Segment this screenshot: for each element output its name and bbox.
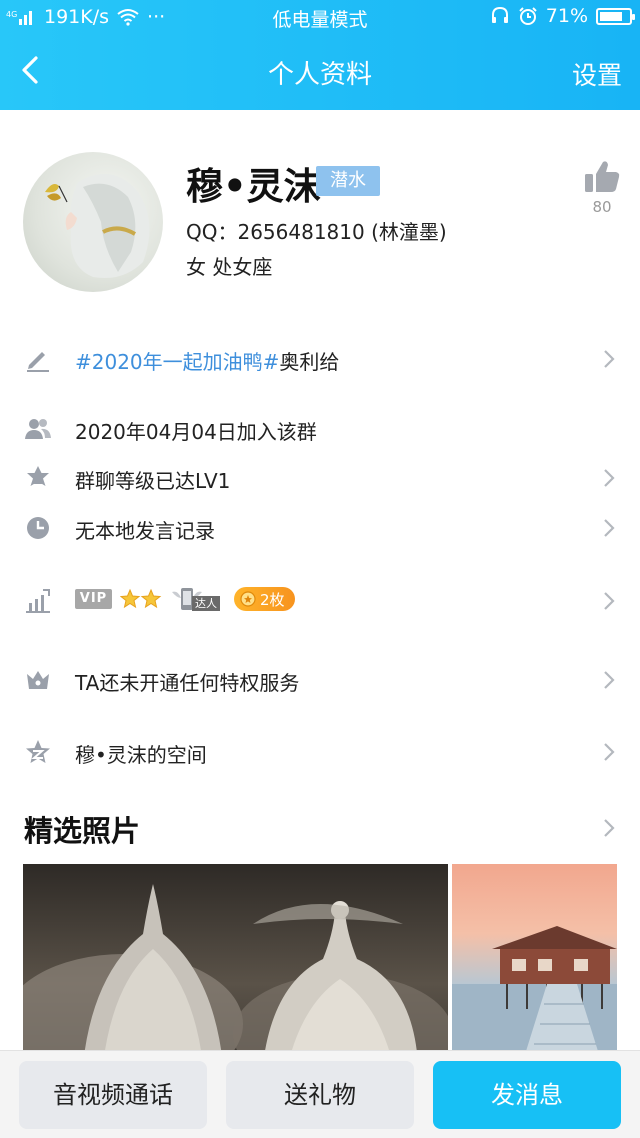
chevron-right-icon <box>604 350 615 368</box>
qzone-row[interactable]: 穆•灵沫的空间 <box>0 726 640 776</box>
qq-number: QQ：2656481810 (林潼墨) <box>186 220 447 244</box>
signature-row[interactable]: #2020年一起加油鸭#奥利给 <box>0 333 640 383</box>
signature-rest: 奥利给 <box>279 350 340 374</box>
like-count: 80 <box>592 198 612 216</box>
profile-name: 穆•灵沫 <box>186 165 321 208</box>
badge-list: VIP 达人 2枚 <box>75 586 295 612</box>
chevron-right-icon <box>604 592 615 610</box>
profile-card: 穆•灵沫 潜水 QQ：2656481810 (林潼墨) 女 处女座 80 <box>0 110 640 320</box>
photo-strip <box>23 864 617 1064</box>
alarm-icon <box>519 7 537 25</box>
settings-button[interactable]: 设置 <box>572 56 622 92</box>
growth-chart-icon <box>26 589 50 613</box>
status-bar: 4G 191K/s ··· 低电量模式 71% <box>0 0 640 34</box>
privilege-row[interactable]: TA还未开通任何特权服务 <box>0 654 640 704</box>
daren-badge: 达人 <box>170 586 226 612</box>
coin-badge: 2枚 <box>234 587 295 611</box>
join-date-row: 2020年04月04日加入该群 <box>0 403 640 453</box>
nav-bar: 个人资料 设置 <box>0 34 640 110</box>
stars-icon <box>120 588 162 609</box>
privilege-text: TA还未开通任何特权服务 <box>75 671 300 695</box>
headset-icon <box>491 6 508 23</box>
qzone-text: 穆•灵沫的空间 <box>75 743 207 767</box>
send-message-button[interactable]: 发消息 <box>433 1061 621 1129</box>
group-members-icon <box>25 419 51 439</box>
chevron-right-icon <box>604 671 615 689</box>
battery-icon <box>596 7 635 25</box>
battery-fill <box>600 11 622 21</box>
battery-percent: 71% <box>545 5 588 27</box>
featured-photos-title: 精选照片 <box>24 814 141 848</box>
group-level-row[interactable]: 群聊等级已达LV1 <box>0 452 640 502</box>
badges-row[interactable]: VIP 达人 2枚 <box>0 575 640 625</box>
photo-silver-pots[interactable] <box>23 864 448 1064</box>
avatar-illustration <box>45 174 150 278</box>
chat-history-row[interactable]: 无本地发言记录 <box>0 502 640 552</box>
coin-icon <box>240 591 256 607</box>
chevron-right-icon <box>604 519 615 537</box>
lake-house-image <box>452 926 617 1064</box>
pencil-icon <box>27 352 49 372</box>
chat-history-text: 无本地发言记录 <box>75 519 215 543</box>
bottom-action-bar: 音视频通话 送礼物 发消息 <box>0 1050 640 1138</box>
signature-text: #2020年一起加油鸭#奥利给 <box>75 346 339 375</box>
silver-pots-image <box>23 884 448 1064</box>
coin-count: 2枚 <box>260 590 285 609</box>
av-call-button[interactable]: 音视频通话 <box>19 1061 207 1129</box>
photo-lake-house[interactable] <box>452 864 617 1064</box>
header: 4G 191K/s ··· 低电量模式 71% 个人资料 设置 <box>0 0 640 110</box>
group-level-text: 群聊等级已达LV1 <box>75 469 231 493</box>
signature-hashtag[interactable]: #2020年一起加油鸭# <box>75 350 279 374</box>
join-date-text: 2020年04月04日加入该群 <box>75 420 317 444</box>
page-title: 个人资料 <box>267 60 372 90</box>
chevron-right-icon <box>604 743 615 761</box>
chevron-right-icon <box>604 469 615 487</box>
chevron-right-icon[interactable] <box>602 818 616 838</box>
clock-icon <box>27 517 49 539</box>
avatar[interactable] <box>23 152 163 292</box>
gender-zodiac: 女 处女座 <box>186 255 273 279</box>
member-status-badge: 潜水 <box>316 166 380 196</box>
daren-label: 达人 <box>192 596 220 611</box>
status-right: 71% <box>490 5 635 27</box>
crown-icon <box>27 671 49 689</box>
qzone-star-icon <box>26 740 50 763</box>
thumbs-up-icon[interactable] <box>583 158 621 196</box>
star-badge-icon <box>27 466 49 486</box>
vip-badge: VIP <box>75 589 112 609</box>
send-gift-button[interactable]: 送礼物 <box>226 1061 414 1129</box>
